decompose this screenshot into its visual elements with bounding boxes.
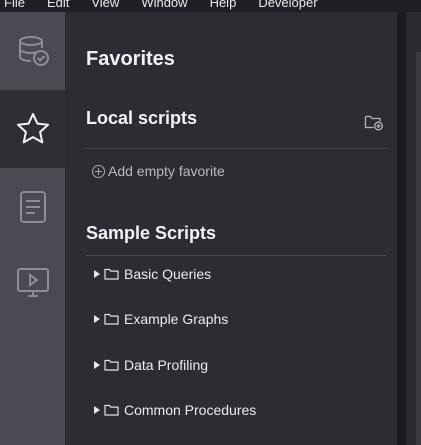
favorites-panel: Favorites Local scripts Add empty favori… [65, 12, 397, 445]
editor-area-edge [406, 12, 421, 445]
add-circle-icon [92, 164, 105, 178]
activity-favorites[interactable] [0, 90, 65, 168]
play-screen-icon [16, 268, 49, 297]
folder-icon [104, 404, 119, 416]
document-icon [19, 191, 46, 223]
menu-developer[interactable]: Developer [258, 0, 317, 11]
activity-connections[interactable] [0, 12, 65, 90]
sample-scripts-divider [86, 255, 386, 256]
folder-label: Example Graphs [124, 311, 229, 327]
folder-label: Basic Queries [124, 266, 212, 282]
activity-run[interactable] [0, 244, 65, 322]
folder-common-procedures[interactable]: Common Procedures [94, 400, 256, 420]
folder-basic-queries[interactable]: Basic Queries [94, 264, 211, 284]
local-scripts-heading: Local scripts [86, 108, 198, 128]
menu-file[interactable]: File [4, 0, 25, 11]
folder-icon [104, 268, 119, 280]
activity-scripts[interactable] [0, 168, 65, 246]
folder-example-graphs[interactable]: Example Graphs [94, 309, 228, 329]
star-icon [16, 113, 49, 144]
sample-scripts-heading: Sample Scripts [86, 223, 217, 243]
caret-right-icon [94, 361, 100, 369]
folder-data-profiling[interactable]: Data Profiling [94, 355, 208, 375]
folder-add-icon [364, 115, 383, 131]
menu-help[interactable]: Help [210, 0, 237, 11]
menu-view[interactable]: View [91, 0, 119, 11]
database-check-icon [18, 36, 49, 66]
folder-icon [104, 359, 119, 371]
local-scripts-divider [86, 148, 386, 149]
panel-title: Favorites [86, 48, 175, 70]
activity-bar [0, 12, 65, 445]
menu-window[interactable]: Window [141, 0, 187, 11]
panel-resize-handle[interactable] [397, 12, 406, 445]
menu-edit[interactable]: Edit [47, 0, 69, 11]
folder-icon [104, 313, 119, 325]
caret-right-icon [94, 270, 100, 278]
editor-scroll-edge [416, 52, 421, 445]
add-empty-favorite-button[interactable]: Add empty favorite [92, 163, 225, 179]
caret-right-icon [94, 406, 100, 414]
menu-bar: File Edit View Window Help Developer [0, 0, 421, 12]
add-folder-button[interactable] [363, 112, 385, 132]
folder-label: Data Profiling [124, 357, 209, 373]
add-empty-favorite-label: Add empty favorite [108, 163, 225, 179]
folder-label: Common Procedures [124, 402, 257, 418]
caret-right-icon [94, 315, 100, 323]
